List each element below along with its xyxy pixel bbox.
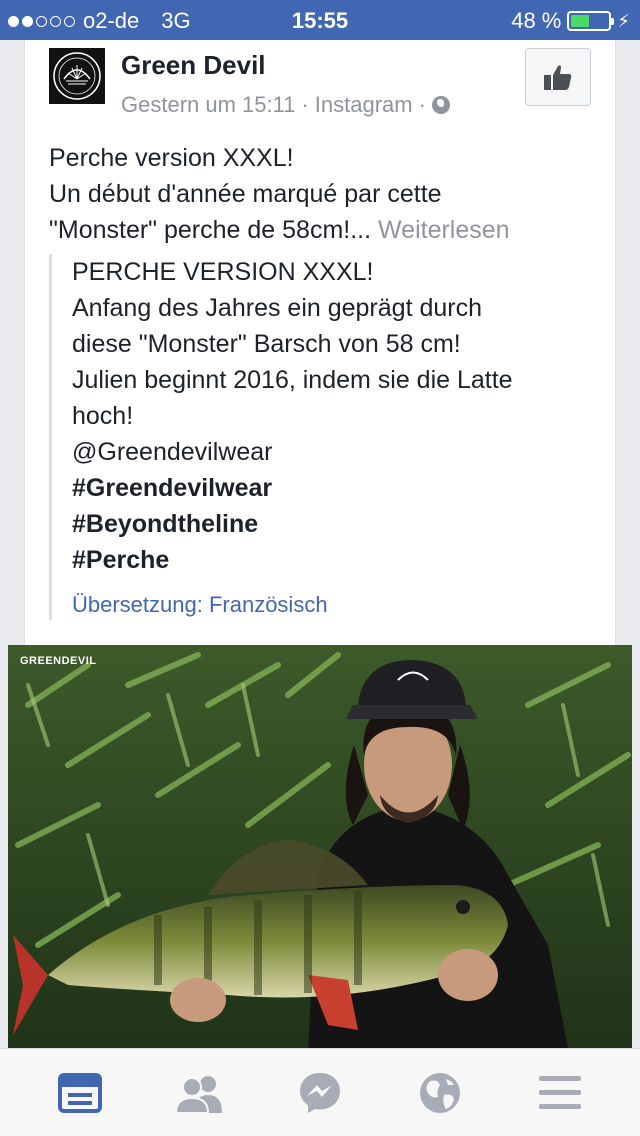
meta-separator: · [418,92,426,117]
translation-source-link[interactable]: Übersetzung: Französisch [72,590,597,620]
post-text: Perche version XXXL! Un début d'année ma… [49,140,599,248]
battery-icon [567,11,615,31]
news-feed[interactable]: Green Devil Gestern um 15:11 · Instagram… [0,40,640,1048]
read-more-link[interactable]: Weiterlesen [378,216,510,244]
post-meta: Gestern um 15:11 · Instagram · [121,92,450,118]
charging-icon: ⚡︎ [617,10,630,31]
post-photo[interactable]: GREENDEVIL [8,645,632,1048]
like-page-button[interactable] [525,48,591,106]
tab-bar [0,1048,640,1136]
translation-line: Julien beginnt 2016, indem sie die Latte [72,366,513,394]
green-devil-logo-icon [53,52,101,100]
hashtag-link[interactable]: #Perche [72,542,597,578]
hashtag-link[interactable]: #Greendevilwear [72,470,597,506]
meta-separator: · [301,92,309,117]
post-card: Green Devil Gestern um 15:11 · Instagram… [24,40,616,645]
post-source: Instagram [314,92,413,117]
page-avatar[interactable] [49,48,105,104]
post-text-line: Perche version XXXL! [49,144,294,172]
translation-line: PERCHE VERSION XXXL! [72,258,374,286]
tab-news-feed[interactable] [50,1068,110,1118]
globe-icon [431,96,450,114]
tab-messenger[interactable] [290,1068,350,1118]
battery-percent: 48 % [511,8,562,33]
messenger-icon [300,1072,340,1113]
status-bar: o2-de 3G 15:55 48 % ⚡︎ [0,0,640,40]
translation-line: hoch! [72,402,134,430]
tab-friends[interactable] [170,1068,230,1118]
globe-icon [420,1072,460,1113]
thumbs-up-icon [544,65,572,90]
news-feed-icon [58,1072,102,1113]
menu-icon [539,1075,581,1109]
status-right: 48 % ⚡︎ [511,8,630,34]
post-text-line: Un début d'année marqué par cette [49,180,442,208]
tab-more[interactable] [530,1068,590,1118]
translation-line: diese "Monster" Barsch von 58 cm! [72,330,461,358]
post-text-line: "Monster" perche de 58cm!... Weiterlesen [49,216,510,244]
mention-link[interactable]: @Greendevilwear [72,434,597,470]
tab-notifications[interactable] [410,1068,470,1118]
friends-icon [174,1075,222,1113]
translation-block: PERCHE VERSION XXXL! Anfang des Jahres e… [49,254,597,620]
battery-fill [571,15,589,27]
fisherman-with-perch-photo [8,645,632,1048]
photo-watermark: GREENDEVIL [20,655,97,667]
translation-line: Anfang des Jahres ein geprägt durch [72,294,482,322]
page-name-link[interactable]: Green Devil [121,50,266,81]
post-timestamp[interactable]: Gestern um 15:11 [121,92,295,118]
hashtag-link[interactable]: #Beyondtheline [72,506,597,542]
